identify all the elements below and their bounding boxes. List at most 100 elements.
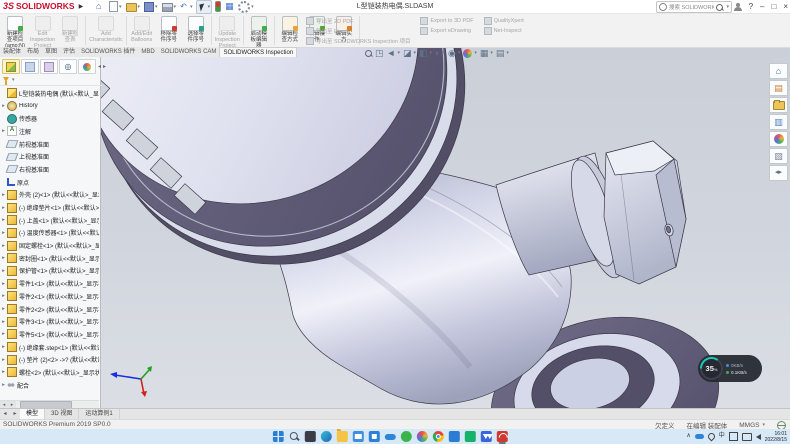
tab-layout[interactable]: 布局 [24, 47, 42, 57]
expand-arrow-icon[interactable]: ▸ [0, 192, 7, 198]
template-editor-button[interactable]: 启动模板编辑器 [246, 15, 272, 46]
taskbar-clock[interactable]: 16:01 2022/8/15 [765, 431, 787, 443]
tree-row[interactable]: 原点 [0, 176, 99, 189]
search-dropdown-icon[interactable]: ▾ [726, 4, 729, 10]
panel-arrow-left-icon[interactable]: ◂ [98, 63, 101, 70]
dropdown-caret-icon[interactable]: ▾ [190, 4, 193, 10]
dropdown-caret-icon[interactable]: ▾ [397, 50, 400, 56]
taskpane-design-library-button[interactable]: ▤ [769, 80, 788, 96]
tree-row[interactable]: ▸密封圈<1> (默认<<默认>_显示状态 [0, 252, 99, 265]
taskbar-store-button[interactable] [369, 431, 380, 442]
dropdown-caret-icon[interactable]: ▾ [490, 50, 493, 56]
input-grid-icon[interactable] [729, 432, 738, 441]
tree-row[interactable]: ▸History [0, 100, 99, 113]
dropdown-caret-icon[interactable]: ▾ [430, 50, 433, 56]
taskbar-start-button[interactable] [273, 431, 284, 442]
tree-row[interactable]: 传感器 [0, 112, 99, 125]
ime-indicator[interactable]: 中 [719, 430, 725, 443]
export-item[interactable]: Net-Inspect [484, 26, 524, 35]
dropdown-caret-icon[interactable]: ▾ [208, 4, 211, 10]
expand-arrow-icon[interactable]: ▸ [0, 281, 7, 287]
taskbar-app-green-button[interactable] [401, 431, 412, 442]
dropdown-caret-icon[interactable]: ▾ [474, 50, 477, 56]
taskpane-custom-properties-button[interactable]: ▧ [769, 148, 788, 164]
taskbar-mail-button[interactable] [353, 431, 364, 442]
units-dropdown-icon[interactable]: ▾ [762, 422, 765, 428]
expand-arrow-icon[interactable]: ▸ [0, 319, 7, 325]
tree-row[interactable]: ▸零件2<1> (默认<<默认>_显示状态 [0, 290, 99, 303]
taskbar-widgets-button[interactable] [305, 431, 316, 442]
help-button[interactable]: ? [749, 2, 753, 11]
dropdown-caret-icon[interactable]: ▾ [119, 4, 122, 10]
taskpane-file-explorer-button[interactable] [769, 97, 788, 113]
taskpane-appearances-button[interactable] [769, 131, 788, 147]
tab-solidworks-inspection[interactable]: SOLIDWORKS Inspection [219, 47, 297, 57]
close-button[interactable]: × [783, 2, 788, 11]
tab-dimxpertmanager[interactable]: ◎ [59, 59, 77, 74]
expand-arrow-icon[interactable]: ▸ [0, 205, 7, 211]
export-item[interactable]: QualityXpert [484, 16, 524, 25]
tree-row[interactable]: ▸零件3<1> (默认<<默认>_显示状态 [0, 315, 99, 328]
tree-row[interactable]: ▸零件1<1> (默认<<默认>_显示状态 [0, 277, 99, 290]
zoom-fit-button[interactable] [365, 50, 372, 57]
stoplight-button[interactable] [214, 1, 222, 13]
tree-row[interactable]: ▸配合 [0, 379, 99, 392]
expand-arrow-icon[interactable]: ▸ [0, 331, 7, 337]
dropdown-caret-icon[interactable]: ▾ [458, 50, 461, 56]
volume-icon[interactable] [756, 434, 761, 440]
expand-arrow-icon[interactable]: ▸ [0, 357, 7, 363]
expand-arrow-icon[interactable]: ▸ [0, 369, 7, 375]
hide-show-items-button[interactable]: ◉▾ [448, 48, 460, 58]
tree-row[interactable]: ▸螺栓<2> (默认<<默认>_显示状态 [0, 366, 99, 379]
remove-balloons-button[interactable]: 移除零件序号 [156, 15, 182, 46]
expand-arrow-icon[interactable]: ▸ [0, 255, 7, 261]
display-style-button[interactable]: ◐▾ [435, 48, 445, 58]
tab-evaluate[interactable]: 评估 [60, 47, 78, 57]
edit-inspection-method-button[interactable]: 编辑检查方式 [277, 15, 303, 46]
net-speed-widget[interactable]: 35 % 0KB/s 0.1KB/s [698, 355, 762, 382]
tree-row[interactable]: L型铠装热电偶 (默认<默认_显示状态-1> [0, 87, 99, 100]
select-balloons-button[interactable]: 选择零件序号 [183, 15, 209, 46]
graphics-area[interactable]: ◳◄▾◪▾◧▾◐▾◉▾▾▦▾▤▾ ⌂▤▥▧◂▸ 35 % 0KB/s 0.1KB… [100, 47, 790, 408]
tab-displaymanager[interactable] [78, 59, 96, 74]
expand-arrow-icon[interactable]: ▸ [0, 217, 7, 223]
tab-propertymanager[interactable] [21, 59, 39, 74]
taskbar-app-teal-button[interactable] [465, 431, 476, 442]
onedrive-tray-icon[interactable] [695, 434, 704, 439]
export-item[interactable]: 导出至 2D PDF [306, 16, 410, 25]
expand-arrow-icon[interactable]: ▸ [0, 306, 7, 312]
tab-assembly[interactable]: 装配体 [0, 47, 24, 57]
undo-button[interactable]: ▾ [179, 1, 194, 13]
tree-row[interactable]: 上视基准面 [0, 150, 99, 163]
expand-arrow-icon[interactable]: ▸ [0, 293, 7, 299]
tray-chevron-up-icon[interactable]: ∧ [686, 430, 690, 443]
dropdown-caret-icon[interactable]: ▾ [155, 4, 158, 10]
filter-dropdown-icon[interactable]: ▾ [12, 77, 15, 83]
dropdown-caret-icon[interactable]: ▾ [138, 4, 141, 10]
filter-funnel-icon[interactable] [3, 77, 9, 82]
tree-row[interactable]: ▸(-) 垫片 (2)<2> ->? (默认<<默认>_ [0, 353, 99, 366]
section-view-button[interactable]: ◪▾ [403, 48, 416, 58]
options-button[interactable]: ▾ [237, 1, 255, 13]
taskbar-edge-button[interactable] [321, 431, 332, 442]
taskbar-search-button[interactable] [289, 431, 300, 442]
tree-row[interactable]: ▸(-) 绝缘垫片<1> (默认<<默认>_显示 [0, 201, 99, 214]
tab-solidworks-add-ins[interactable]: SOLIDWORKS 插件 [78, 47, 138, 57]
login-icon[interactable] [734, 3, 742, 11]
tree-row[interactable]: ▸注解 [0, 125, 99, 138]
expand-arrow-icon[interactable]: ▸ [0, 243, 7, 249]
expand-arrow-icon[interactable]: ▸ [0, 103, 7, 109]
search-box[interactable]: 搜索 SOLIDWORKS 帮助 ▾ [656, 1, 732, 13]
tree-row[interactable]: 前视基准面 [0, 138, 99, 151]
taskbar-chrome-button[interactable] [433, 431, 444, 442]
taskbar-wps-button[interactable] [481, 431, 492, 442]
tab-mbd[interactable]: MBD [138, 47, 157, 57]
dropdown-caret-icon[interactable]: ▾ [174, 4, 177, 10]
tree-row[interactable]: ▸零件5<1> (默认<<默认>_显示状态 [0, 328, 99, 341]
export-item[interactable]: Export eDrawing [420, 26, 473, 35]
open-button[interactable]: ▾ [125, 1, 142, 13]
view-settings-button[interactable]: ▤▾ [496, 48, 509, 58]
tree-row[interactable]: ▸(-) 绝缘套.step<1> (默认<<默认>_ [0, 341, 99, 354]
tree-row[interactable]: ▸保护管<1> (默认<<默认>_显示状态 [0, 265, 99, 278]
expand-arrow-icon[interactable]: ▸ [0, 382, 7, 388]
